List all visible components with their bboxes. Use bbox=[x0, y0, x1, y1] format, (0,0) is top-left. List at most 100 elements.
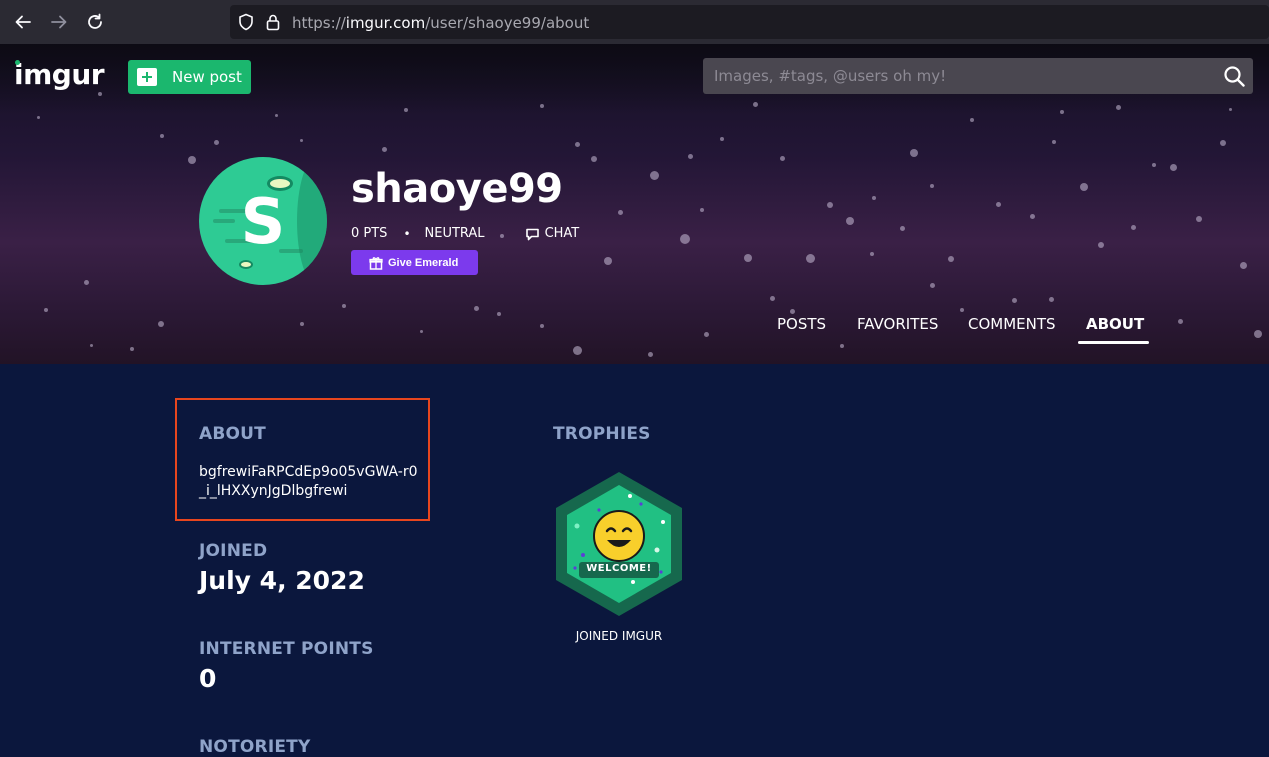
banner-star bbox=[970, 118, 974, 122]
banner-star bbox=[474, 306, 479, 311]
banner-star bbox=[1030, 214, 1035, 219]
banner-star bbox=[160, 134, 164, 138]
chat-label: CHAT bbox=[544, 226, 580, 241]
lock-icon[interactable] bbox=[266, 13, 280, 36]
tab-about[interactable]: ABOUT bbox=[1086, 315, 1144, 333]
banner-star bbox=[1170, 164, 1177, 171]
banner-star bbox=[704, 332, 709, 337]
banner-star bbox=[300, 322, 304, 326]
back-icon[interactable] bbox=[12, 11, 34, 33]
banner-star bbox=[1080, 183, 1088, 191]
banner-star bbox=[960, 308, 964, 312]
forward-icon[interactable] bbox=[48, 11, 70, 33]
banner-star bbox=[575, 142, 580, 147]
avatar[interactable]: S bbox=[199, 157, 327, 285]
banner-star bbox=[188, 156, 196, 164]
banner-star bbox=[827, 202, 833, 208]
banner-star bbox=[680, 234, 690, 244]
about-bio: bgfrewiFaRPCdEp9o05vGWA-r0_i_lHXXynJgDlb… bbox=[199, 464, 418, 499]
banner-star bbox=[158, 321, 164, 327]
banner-star bbox=[753, 102, 758, 107]
banner-star bbox=[300, 139, 303, 142]
banner-star bbox=[872, 196, 876, 200]
banner-star bbox=[1220, 140, 1226, 146]
stats-separator: • bbox=[403, 226, 411, 241]
banner-star bbox=[1196, 216, 1202, 222]
banner-star bbox=[910, 149, 918, 157]
banner-star bbox=[342, 304, 346, 308]
banner-star bbox=[98, 92, 102, 96]
tab-posts[interactable]: POSTS bbox=[777, 315, 826, 333]
shield-icon[interactable] bbox=[238, 13, 254, 36]
active-tab-indicator bbox=[1078, 341, 1149, 344]
give-emerald-button[interactable]: Give Emerald bbox=[351, 250, 478, 275]
banner-star bbox=[37, 116, 40, 119]
banner-star bbox=[275, 114, 278, 117]
banner-star bbox=[1131, 225, 1136, 230]
points-count: 0 PTS bbox=[351, 226, 388, 241]
reload-icon[interactable] bbox=[84, 11, 106, 33]
notoriety-heading: NOTORIETY bbox=[199, 737, 311, 757]
about-heading: ABOUT bbox=[199, 424, 266, 444]
chat-button[interactable]: CHAT bbox=[525, 226, 580, 241]
notoriety-status: NEUTRAL bbox=[424, 226, 485, 241]
banner-star bbox=[1052, 140, 1056, 144]
banner-star bbox=[540, 324, 544, 328]
banner-star bbox=[591, 156, 597, 162]
banner-star bbox=[540, 104, 544, 108]
joined-heading: JOINED bbox=[199, 541, 268, 561]
banner-star bbox=[604, 257, 612, 265]
banner-star bbox=[44, 308, 48, 312]
url-text: https://imgur.com/user/shaoye99/about bbox=[292, 14, 589, 32]
banner-star bbox=[618, 210, 623, 215]
banner-star bbox=[1098, 242, 1104, 248]
internet-points-value: 0 bbox=[199, 664, 217, 693]
banner-star bbox=[1240, 262, 1247, 269]
browser-toolbar: https://imgur.com/user/shaoye99/about bbox=[0, 0, 1269, 44]
search-input[interactable] bbox=[703, 58, 1213, 94]
banner-star bbox=[1254, 330, 1262, 338]
trophies-heading: TROPHIES bbox=[553, 424, 651, 444]
banner-star bbox=[770, 296, 775, 301]
banner-star bbox=[840, 344, 844, 348]
tab-comments[interactable]: COMMENTS bbox=[968, 315, 1056, 333]
banner-star bbox=[780, 156, 785, 161]
banner-star bbox=[688, 154, 693, 159]
tab-favorites[interactable]: FAVORITES bbox=[857, 315, 938, 333]
banner-star bbox=[1049, 297, 1054, 302]
banner-star bbox=[650, 171, 659, 180]
new-post-button[interactable]: New post bbox=[128, 60, 251, 94]
joined-date: July 4, 2022 bbox=[199, 566, 365, 595]
url-domain: imgur.com bbox=[345, 14, 426, 32]
banner-star bbox=[84, 280, 89, 285]
trophy-label: JOINED IMGUR bbox=[575, 629, 663, 643]
address-bar[interactable]: https://imgur.com/user/shaoye99/about bbox=[230, 5, 1269, 39]
about-highlight-box bbox=[175, 398, 430, 521]
banner-star bbox=[720, 137, 724, 141]
banner-star bbox=[900, 226, 905, 231]
banner-star bbox=[1060, 110, 1064, 114]
logo-dot bbox=[15, 60, 20, 65]
trophy-badge-text: WELCOME! bbox=[586, 563, 652, 574]
welcome-trophy-badge[interactable]: WELCOME! bbox=[553, 470, 685, 618]
banner-star bbox=[1152, 163, 1156, 167]
profile-banner: imgur New post S shaoye99 0 PTS • NEUTRA… bbox=[0, 44, 1269, 364]
banner-star bbox=[648, 352, 653, 357]
avatar-letter: S bbox=[240, 185, 286, 258]
avatar-spot bbox=[239, 260, 253, 269]
url-scheme: https:// bbox=[292, 14, 346, 32]
give-emerald-label: Give Emerald bbox=[388, 256, 459, 269]
banner-star bbox=[404, 108, 408, 112]
banner-star bbox=[930, 283, 935, 288]
imgur-logo[interactable]: imgur bbox=[14, 58, 105, 91]
search-icon[interactable] bbox=[1224, 66, 1245, 92]
banner-star bbox=[744, 254, 752, 262]
username: shaoye99 bbox=[351, 166, 563, 212]
banner-star bbox=[382, 147, 387, 152]
banner-star bbox=[930, 184, 934, 188]
plus-icon bbox=[137, 68, 157, 86]
banner-star bbox=[130, 347, 134, 351]
banner-star bbox=[1116, 105, 1121, 110]
banner-star bbox=[90, 344, 93, 347]
url-path: /user/shaoye99/about bbox=[425, 14, 590, 32]
